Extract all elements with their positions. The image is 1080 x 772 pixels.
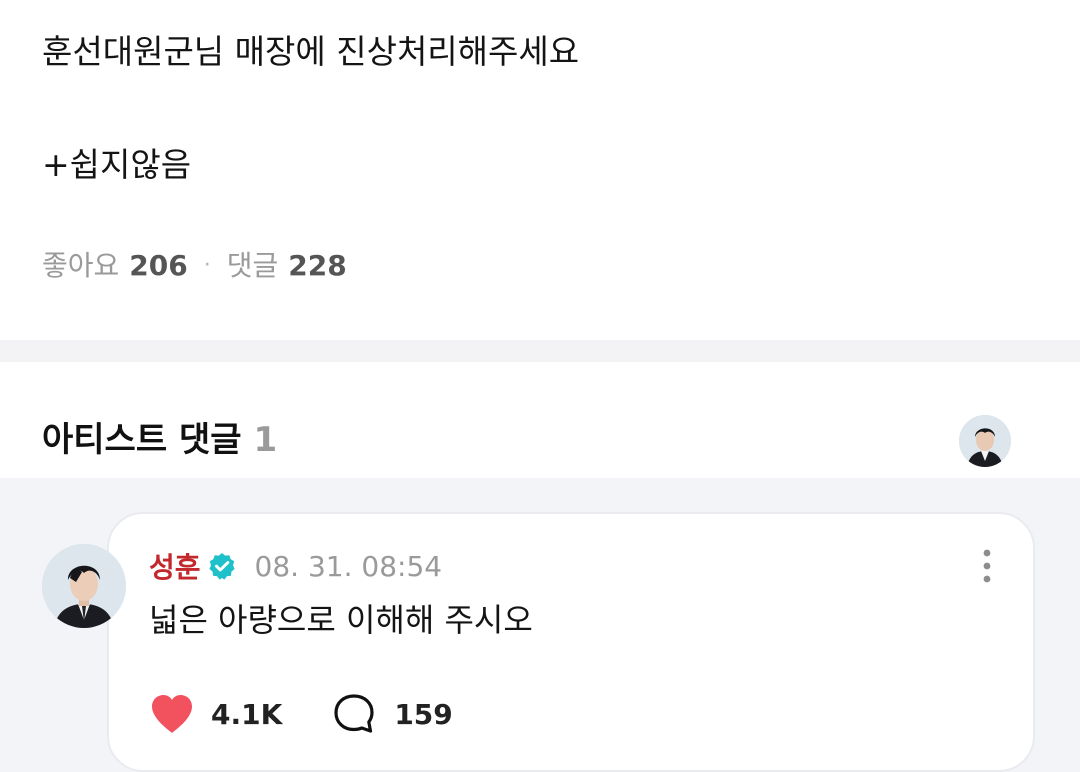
artist-comments-header: 아티스트 댓글 1	[0, 362, 1080, 478]
stats-separator: ·	[203, 253, 211, 278]
post-text-line-2: +쉽지않음	[42, 145, 192, 184]
speech-bubble-icon[interactable]	[332, 692, 378, 736]
likes-count[interactable]: 206	[129, 248, 187, 284]
comment-card[interactable]: 성훈 08. 31. 08:54 넓은 아량으로 이해해 주시오 4.1K 15…	[107, 512, 1035, 772]
artist-comments-title-text: 아티스트 댓글	[42, 420, 242, 460]
like-button[interactable]: 4.1K	[149, 692, 282, 736]
post-body: 훈선대원군님 매장에 진상처리해주세요 +쉽지않음 좋아요 206 · 댓글 2…	[0, 0, 1080, 340]
comments-count[interactable]: 228	[288, 248, 346, 284]
reply-count: 159	[394, 697, 453, 731]
comment-text: 넓은 아량으로 이해해 주시오	[149, 601, 533, 639]
comment-author-row: 성훈 08. 31. 08:54	[149, 546, 442, 586]
more-vertical-icon[interactable]	[981, 548, 993, 584]
comment-actions: 4.1K 159	[149, 692, 503, 736]
comment-author-avatar[interactable]	[42, 544, 126, 628]
verified-badge-icon	[207, 551, 237, 581]
comment-timestamp: 08. 31. 08:54	[254, 549, 443, 583]
artist-avatar-small[interactable]	[959, 415, 1011, 467]
comment-author-name[interactable]: 성훈	[149, 546, 201, 586]
comments-label[interactable]: 댓글	[227, 248, 279, 284]
section-divider	[0, 340, 1080, 362]
artist-comments-title: 아티스트 댓글 1	[42, 418, 277, 462]
likes-label[interactable]: 좋아요	[42, 248, 119, 284]
reply-button[interactable]: 159	[332, 692, 453, 736]
post-stats: 좋아요 206 · 댓글 228	[42, 248, 347, 284]
post-text-line-1: 훈선대원군님 매장에 진상처리해주세요	[42, 32, 580, 71]
like-count: 4.1K	[211, 697, 283, 731]
heart-icon[interactable]	[149, 692, 195, 736]
artist-comments-count: 1	[253, 420, 278, 460]
artist-comment-area: 성훈 08. 31. 08:54 넓은 아량으로 이해해 주시오 4.1K 15…	[0, 478, 1080, 772]
